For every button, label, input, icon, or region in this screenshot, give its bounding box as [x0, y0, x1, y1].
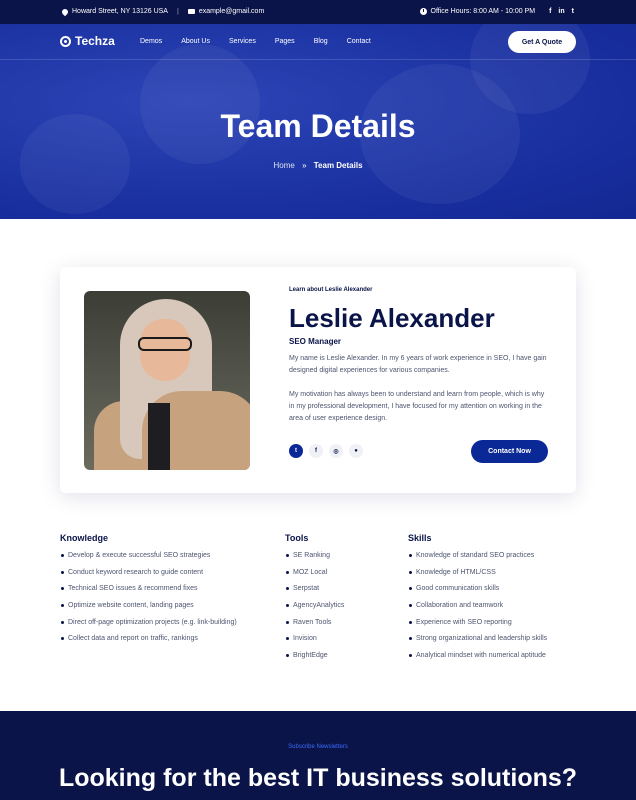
list-item: Develop & execute successful SEO strateg… [60, 551, 238, 561]
main-nav: Techza Demos About Us Services Pages Blo… [0, 24, 636, 60]
hero-banner: Techza Demos About Us Services Pages Blo… [0, 24, 636, 219]
email-link[interactable]: example@gmail.com [199, 8, 264, 15]
list-item: AgencyAnalytics [285, 601, 385, 611]
address-text: Howard Street, NY 13126 USA [72, 8, 168, 15]
list-item: Direct off-page optimization projects (e… [60, 618, 238, 628]
brand-name: Techza [75, 34, 115, 48]
list-item: Knowledge of HTML/CSS [408, 568, 578, 578]
hours-text: Office Hours: 8:00 AM - 10:00 PM [430, 8, 536, 15]
nav-item-demos[interactable]: Demos [140, 38, 162, 45]
address-item: Howard Street, NY 13126 USA [60, 7, 168, 16]
profile-photo [84, 291, 250, 470]
nav-item-pages[interactable]: Pages [275, 38, 295, 45]
profile-bio: My name is Leslie Alexander. In my 6 yea… [289, 355, 547, 374]
clock-icon [419, 8, 427, 15]
top-bar: Howard Street, NY 13126 USA | example@gm… [0, 0, 636, 24]
list-item: BrightEdge [285, 651, 385, 661]
list-item: Experience with SEO reporting [408, 618, 578, 628]
github-icon[interactable]: ● [349, 444, 363, 458]
list-item: Knowledge of standard SEO practices [408, 551, 578, 561]
photo-shape [148, 403, 170, 470]
section-title: Knowledge [60, 533, 109, 543]
twitter-icon[interactable]: t [289, 444, 303, 458]
location-pin-icon [60, 7, 70, 16]
breadcrumb-separator: » [302, 161, 307, 170]
list-item: Analytical mindset with numerical aptitu… [408, 651, 578, 661]
list-item: Conduct keyword research to guide conten… [60, 568, 238, 578]
instagram-icon[interactable]: ◎ [329, 444, 343, 458]
linkedin-icon[interactable]: in [558, 8, 564, 15]
profile-role: SEO Manager [289, 337, 342, 346]
contact-now-button[interactable]: Contact Now [471, 440, 548, 463]
email-item[interactable]: example@gmail.com [187, 8, 264, 15]
list-item: Technical SEO issues & recommend fixes [60, 584, 238, 594]
photo-shape [138, 337, 192, 351]
nav-item-services[interactable]: Services [229, 38, 256, 45]
twitter-icon[interactable]: t [572, 8, 574, 15]
list-item: Good communication skills [408, 584, 578, 594]
mail-icon [187, 9, 195, 14]
newsletter-label: Subscribe Newsletters [288, 744, 348, 750]
list-item: Strong organizational and leadership ski… [408, 634, 578, 644]
nav-item-contact[interactable]: Contact [347, 38, 371, 45]
list-item: Collaboration and teamwork [408, 601, 578, 611]
newsletter-section: Subscribe Newsletters Looking for the be… [0, 711, 636, 800]
list-item: MOZ Local [285, 568, 385, 578]
nav-item-blog[interactable]: Blog [314, 38, 328, 45]
divider: | [176, 8, 179, 15]
nav-menu: Demos About Us Services Pages Blog Conta… [140, 38, 371, 45]
profile-eyebrow: Learn about Leslie Alexander [289, 287, 373, 293]
page-title: Team Details [220, 108, 416, 144]
nav-item-about-us[interactable]: About Us [181, 38, 210, 45]
logo-icon [60, 35, 71, 47]
list-item: Invision [285, 634, 385, 644]
breadcrumb-home[interactable]: Home [273, 161, 294, 170]
facebook-icon[interactable]: f [549, 8, 551, 15]
profile-bio: My motivation has always been to underst… [289, 391, 545, 422]
breadcrumb-current: Team Details [313, 161, 363, 170]
profile-name: Leslie Alexander [289, 303, 495, 333]
list-item: Serpstat [285, 584, 385, 594]
list-item: Collect data and report on traffic, rank… [60, 634, 238, 644]
list-item: SE Ranking [285, 551, 385, 561]
list-item: Optimize website content, landing pages [60, 601, 238, 611]
tools-section: Tools SE Ranking MOZ Local Serpstat Agen… [285, 533, 385, 668]
skills-section: Skills Knowledge of standard SEO practic… [408, 533, 578, 668]
breadcrumb: Home » Team Details [0, 161, 636, 170]
brand-logo[interactable]: Techza [60, 34, 115, 48]
profile-social-links: t f ◎ ● [289, 444, 363, 458]
section-title: Skills [408, 533, 432, 543]
section-title: Tools [285, 533, 309, 543]
knowledge-section: Knowledge Develop & execute successful S… [60, 533, 238, 651]
newsletter-title: Looking for the best IT business solutio… [58, 764, 578, 792]
profile-card: Learn about Leslie Alexander Leslie Alex… [60, 267, 576, 493]
hours-item: Office Hours: 8:00 AM - 10:00 PM [419, 8, 536, 15]
get-a-quote-button[interactable]: Get A Quote [508, 31, 576, 53]
facebook-icon[interactable]: f [309, 444, 323, 458]
list-item: Raven Tools [285, 618, 385, 628]
